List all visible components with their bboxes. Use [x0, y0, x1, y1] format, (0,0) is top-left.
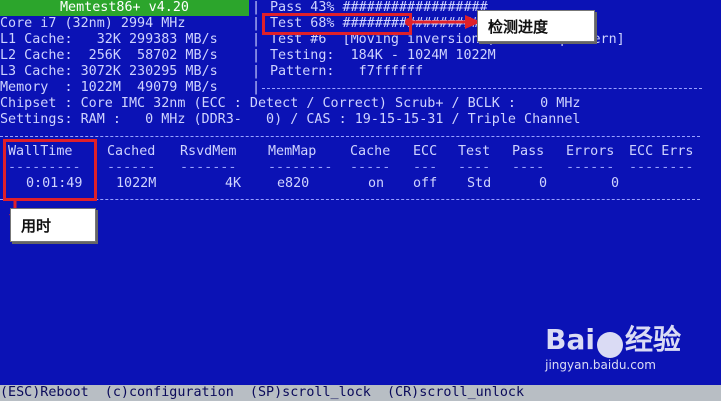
cache-value: on: [368, 176, 385, 191]
memory-info: Memory : 1022M 49079 MB/s: [0, 80, 218, 95]
table-header: ECC: [413, 144, 438, 159]
table-header: Errors: [566, 144, 615, 159]
table-header-underline: ----: [458, 160, 491, 175]
app-title-bar: Memtest86+ v4.20: [0, 0, 249, 16]
keyboard-shortcuts-bar: (ESC)Reboot (c)configuration (SP)scroll_…: [0, 385, 721, 401]
ecc-value: off: [413, 176, 438, 191]
table-header: Cached: [107, 144, 156, 159]
table-header: Test: [458, 144, 491, 159]
arrow-icon: [405, 15, 481, 29]
rsvdmem-value: 4K: [225, 176, 242, 191]
test-value: Std: [467, 176, 492, 191]
table-header-underline: ---: [413, 160, 438, 175]
table-header: ECC Errs: [629, 144, 694, 159]
table-header: Pass: [512, 144, 545, 159]
l2-cache-info: L2 Cache: 256K 58702 MB/s: [0, 48, 218, 63]
paw-icon: [596, 332, 623, 358]
separator-line: [0, 199, 700, 200]
pass-value: 0: [539, 176, 548, 191]
l1-cache-info: L1 Cache: 32K 299383 MB/s: [0, 32, 218, 47]
pattern-info: Pattern: f7ffffff: [270, 64, 424, 79]
vertical-separator: | | | | | |: [252, 0, 261, 95]
l3-cache-info: L3 Cache: 3072K 230295 MB/s: [0, 64, 218, 79]
table-header-underline: -----: [350, 160, 391, 175]
progress-callout-label: 检测进度: [488, 17, 549, 36]
table-header-underline: ------: [566, 160, 615, 175]
chipset-info: Chipset : Core IMC 32nm (ECC : Detect / …: [0, 96, 581, 111]
table-header: MemMap: [268, 144, 317, 159]
table-header-underline: --------: [268, 160, 333, 175]
table-header-underline: -------: [180, 160, 237, 175]
progress-highlight-box: [262, 13, 412, 35]
cpu-info: Core i7 (32nm) 2994 MHz: [0, 16, 186, 31]
table-header: Cache: [350, 144, 391, 159]
memmap-value: e820: [277, 176, 310, 191]
progress-callout: 检测进度: [477, 10, 595, 42]
separator-line: [0, 136, 700, 137]
watermark-brand2: 经验: [624, 323, 681, 356]
table-header: RsvdMem: [180, 144, 237, 159]
separator-line: [262, 88, 702, 89]
table-header-underline: ----: [512, 160, 545, 175]
watermark-brand: Bai: [545, 323, 595, 356]
watermark-url: jingyan.baidu.com: [545, 358, 656, 372]
errors-value: 0: [611, 176, 620, 191]
table-header-underline: ------: [107, 160, 156, 175]
walltime-highlight-box: [3, 139, 97, 201]
testing-range: Testing: 184K - 1024M 1022M: [270, 48, 496, 63]
time-callout-label: 用时: [21, 216, 52, 235]
baidu-watermark: Bai 经验 jingyan.baidu.com: [545, 318, 681, 372]
cached-value: 1022M: [116, 176, 157, 191]
table-header-underline: --------: [629, 160, 694, 175]
time-callout: 用时: [10, 208, 96, 242]
settings-info: Settings: RAM : 0 MHz (DDR3- 0) / CAS : …: [0, 112, 581, 127]
